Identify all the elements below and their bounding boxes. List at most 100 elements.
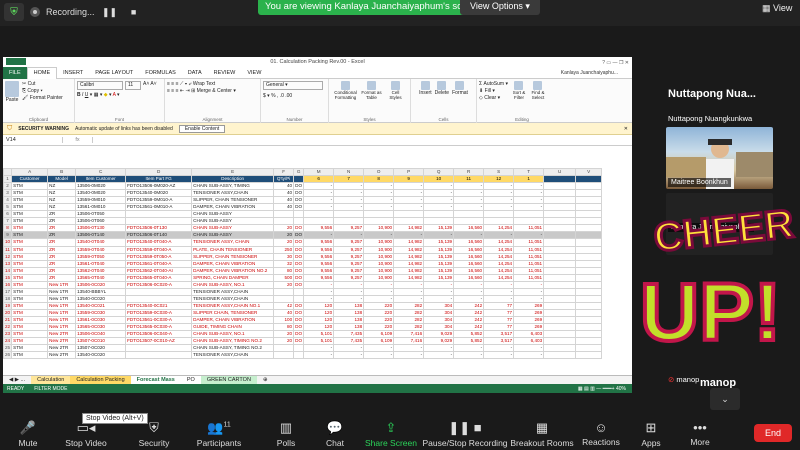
cell[interactable] — [483, 217, 515, 226]
cell[interactable]: CHAIN SUB-ASSY — [191, 210, 275, 219]
cell[interactable]: - — [303, 280, 335, 289]
cell[interactable] — [575, 351, 603, 360]
cell[interactable]: 10,900 — [363, 266, 395, 275]
cell[interactable] — [483, 210, 515, 219]
apps-button[interactable]: ⊞ Apps — [641, 420, 660, 448]
cell[interactable]: TENSIONER ASSY,CHAIN NO.1 — [191, 301, 275, 310]
cell[interactable]: STM — [11, 323, 49, 332]
cell[interactable]: 77 — [483, 315, 515, 325]
column-header[interactable]: V — [575, 168, 603, 177]
cell[interactable]: 15,139 — [423, 245, 455, 254]
cell[interactable] — [575, 266, 603, 275]
merge-center-button[interactable]: ⊞ Merge & Center ▾ — [191, 88, 236, 94]
cell[interactable]: 30 — [273, 252, 295, 261]
cell[interactable]: - — [363, 294, 395, 303]
cell[interactable]: CHAIN SUB-ASSY, TIMING — [191, 182, 275, 191]
more-button[interactable]: ••• More — [690, 420, 709, 447]
cell[interactable]: STM — [11, 301, 49, 310]
cell[interactable]: 138 — [333, 323, 365, 332]
cell[interactable]: ZR — [47, 238, 77, 247]
column-header[interactable]: B — [47, 168, 77, 177]
cell[interactable] — [453, 217, 485, 226]
cell[interactable]: - — [333, 344, 365, 353]
cell[interactable]: 9,029 — [423, 330, 455, 339]
cell[interactable] — [575, 323, 603, 332]
close-icon[interactable]: ✕ — [624, 126, 628, 132]
cell[interactable]: STM — [11, 337, 49, 346]
cell[interactable]: - — [513, 287, 545, 296]
cell[interactable]: - — [513, 182, 545, 191]
format-as-table-button[interactable]: Format as Table — [361, 81, 383, 100]
quick-access-toolbar[interactable] — [6, 58, 26, 65]
tab-home[interactable]: HOME — [26, 66, 58, 79]
cell[interactable]: 138 — [333, 315, 365, 325]
cell[interactable]: - — [363, 280, 395, 289]
cell[interactable]: CHAIN SUB-ASSY, NO.1 — [191, 330, 275, 339]
cell[interactable]: - — [393, 231, 425, 240]
cell[interactable] — [293, 287, 305, 296]
cell[interactable] — [393, 210, 425, 219]
header-cell[interactable]: Item Part FG — [125, 175, 193, 184]
cell[interactable]: 7,416 — [393, 330, 425, 339]
cell[interactable]: 13507-0C020 — [75, 344, 127, 353]
cell[interactable] — [543, 252, 577, 261]
cell[interactable]: 13559-0T050 — [75, 252, 127, 261]
cell[interactable]: 10,900 — [363, 252, 395, 261]
cell[interactable] — [543, 238, 577, 247]
cell[interactable]: GUIDE, TIMING CHAIN — [191, 323, 275, 332]
cell[interactable]: TENSIONER ASSY,CHAIN — [191, 351, 275, 360]
cell[interactable]: 13540-0C020 — [75, 294, 127, 303]
cell[interactable]: 250 — [273, 245, 295, 254]
cell[interactable]: 77 — [483, 301, 515, 310]
cell[interactable]: - — [423, 182, 455, 191]
cell[interactable]: STM — [11, 231, 49, 240]
cell[interactable]: 15,139 — [423, 259, 455, 268]
cell[interactable] — [273, 351, 295, 360]
cell[interactable]: 11,051 — [513, 266, 545, 275]
cell[interactable] — [543, 203, 577, 212]
shield-icon[interactable]: ⛨ — [4, 3, 24, 21]
cell[interactable]: 14,982 — [393, 238, 425, 247]
cell[interactable]: 282 — [393, 308, 425, 317]
cell[interactable]: FDTO13540-0T040-A — [125, 238, 193, 247]
cell[interactable]: 120 — [303, 308, 335, 317]
cell[interactable] — [543, 266, 577, 275]
cell[interactable]: - — [513, 294, 545, 303]
font-grow-icon[interactable]: A˄ A˅ — [143, 81, 157, 90]
cell[interactable]: CHAIN SUB-ASSY — [191, 231, 275, 240]
cell[interactable]: 9,556 — [303, 238, 335, 247]
cell[interactable]: 14,982 — [393, 224, 425, 233]
cell[interactable]: FDTO13559-0T040-A — [125, 245, 193, 254]
row-number[interactable]: 20 — [3, 308, 13, 317]
row-number[interactable]: 1 — [3, 175, 13, 184]
cell[interactable]: 15,139 — [423, 273, 455, 282]
cell[interactable]: DO — [293, 224, 305, 233]
cell[interactable]: 20 — [273, 238, 295, 247]
cell[interactable] — [273, 287, 295, 296]
cell[interactable] — [293, 217, 305, 226]
cell[interactable] — [575, 196, 603, 205]
cell[interactable]: NZ — [47, 189, 77, 198]
cell[interactable]: STM — [11, 344, 49, 353]
cell[interactable]: - — [303, 351, 335, 360]
header-cell[interactable] — [293, 175, 305, 184]
cell[interactable]: - — [333, 182, 365, 191]
cell[interactable]: 16,560 — [453, 273, 485, 282]
cell[interactable]: DO — [293, 196, 305, 205]
cell[interactable] — [575, 280, 603, 289]
cell[interactable] — [543, 196, 577, 205]
cell[interactable]: DO — [293, 203, 305, 212]
cell[interactable]: SLIPPER CHAIN, TENSIONER — [191, 308, 275, 317]
cell[interactable] — [453, 210, 485, 219]
cell[interactable]: FDTO13540-0C021 — [125, 301, 193, 310]
cell[interactable]: 138 — [333, 308, 365, 317]
cell[interactable]: STM — [11, 217, 49, 226]
tab-insert[interactable]: INSERT — [57, 70, 89, 76]
column-header[interactable]: Q — [423, 168, 455, 177]
cell[interactable] — [513, 217, 545, 226]
cell[interactable]: 14,254 — [483, 224, 515, 233]
cell[interactable]: New 1TR — [47, 280, 77, 289]
cell[interactable]: - — [453, 231, 485, 240]
row-number[interactable]: 17 — [3, 287, 13, 296]
cell[interactable]: DO — [293, 273, 305, 282]
